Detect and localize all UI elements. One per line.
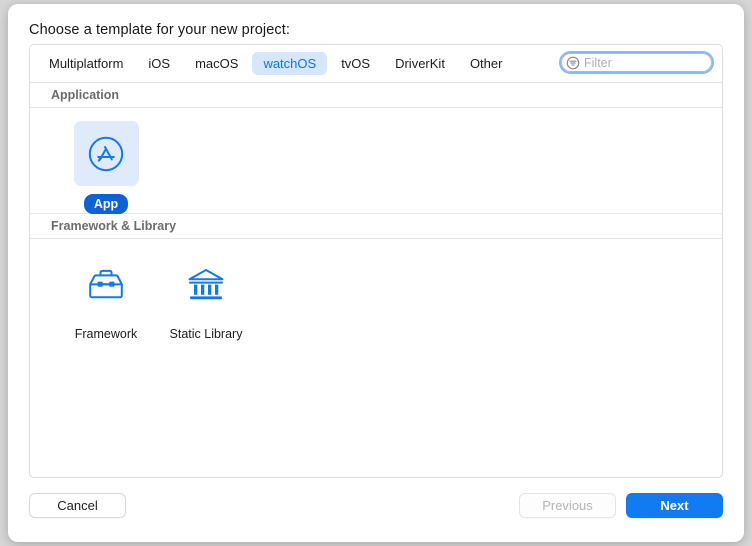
filter-input[interactable] xyxy=(584,55,704,70)
section-body-framework-library: Framework Static Library xyxy=(30,239,722,341)
section-header-application: Application xyxy=(30,83,722,108)
tab-macos[interactable]: macOS xyxy=(184,52,249,75)
section-header-framework-library: Framework & Library xyxy=(30,214,722,239)
template-tile-app[interactable] xyxy=(73,121,139,186)
app-store-icon xyxy=(88,136,124,171)
tab-ios[interactable]: iOS xyxy=(137,52,181,75)
template-item-static-library[interactable]: Static Library xyxy=(156,252,256,343)
choose-template-dialog: Choose a template for your new project: … xyxy=(8,4,744,542)
template-label-static-library: Static Library xyxy=(169,327,243,341)
template-label-app: App xyxy=(83,194,129,214)
dialog-footer: Cancel Previous Next xyxy=(8,493,744,521)
template-item-app[interactable]: App xyxy=(56,121,156,214)
bank-columns-icon xyxy=(188,268,224,299)
section-body-application: App xyxy=(30,108,722,214)
filter-field[interactable] xyxy=(561,53,712,72)
tab-other[interactable]: Other xyxy=(459,52,514,75)
filter-field-container[interactable] xyxy=(559,51,714,74)
template-content-panel: Multiplatform iOS macOS watchOS tvOS Dri… xyxy=(29,44,723,478)
tab-driverkit[interactable]: DriverKit xyxy=(384,52,456,75)
tab-watchos[interactable]: watchOS xyxy=(252,52,328,75)
previous-button[interactable]: Previous xyxy=(519,493,616,518)
cancel-button[interactable]: Cancel xyxy=(29,493,126,518)
template-tile-static-library[interactable] xyxy=(174,252,239,317)
filter-lines-circle-icon xyxy=(566,56,580,69)
platform-tab-bar: Multiplatform iOS macOS watchOS tvOS Dri… xyxy=(30,45,722,83)
tab-tvos[interactable]: tvOS xyxy=(330,52,381,75)
toolbox-icon xyxy=(89,269,123,298)
dialog-title: Choose a template for your new project: xyxy=(29,22,291,38)
template-item-framework[interactable]: Framework xyxy=(56,252,156,343)
template-label-framework: Framework xyxy=(74,327,138,341)
template-tile-framework[interactable] xyxy=(74,252,139,317)
tab-multiplatform[interactable]: Multiplatform xyxy=(38,52,134,75)
next-button[interactable]: Next xyxy=(626,493,723,518)
